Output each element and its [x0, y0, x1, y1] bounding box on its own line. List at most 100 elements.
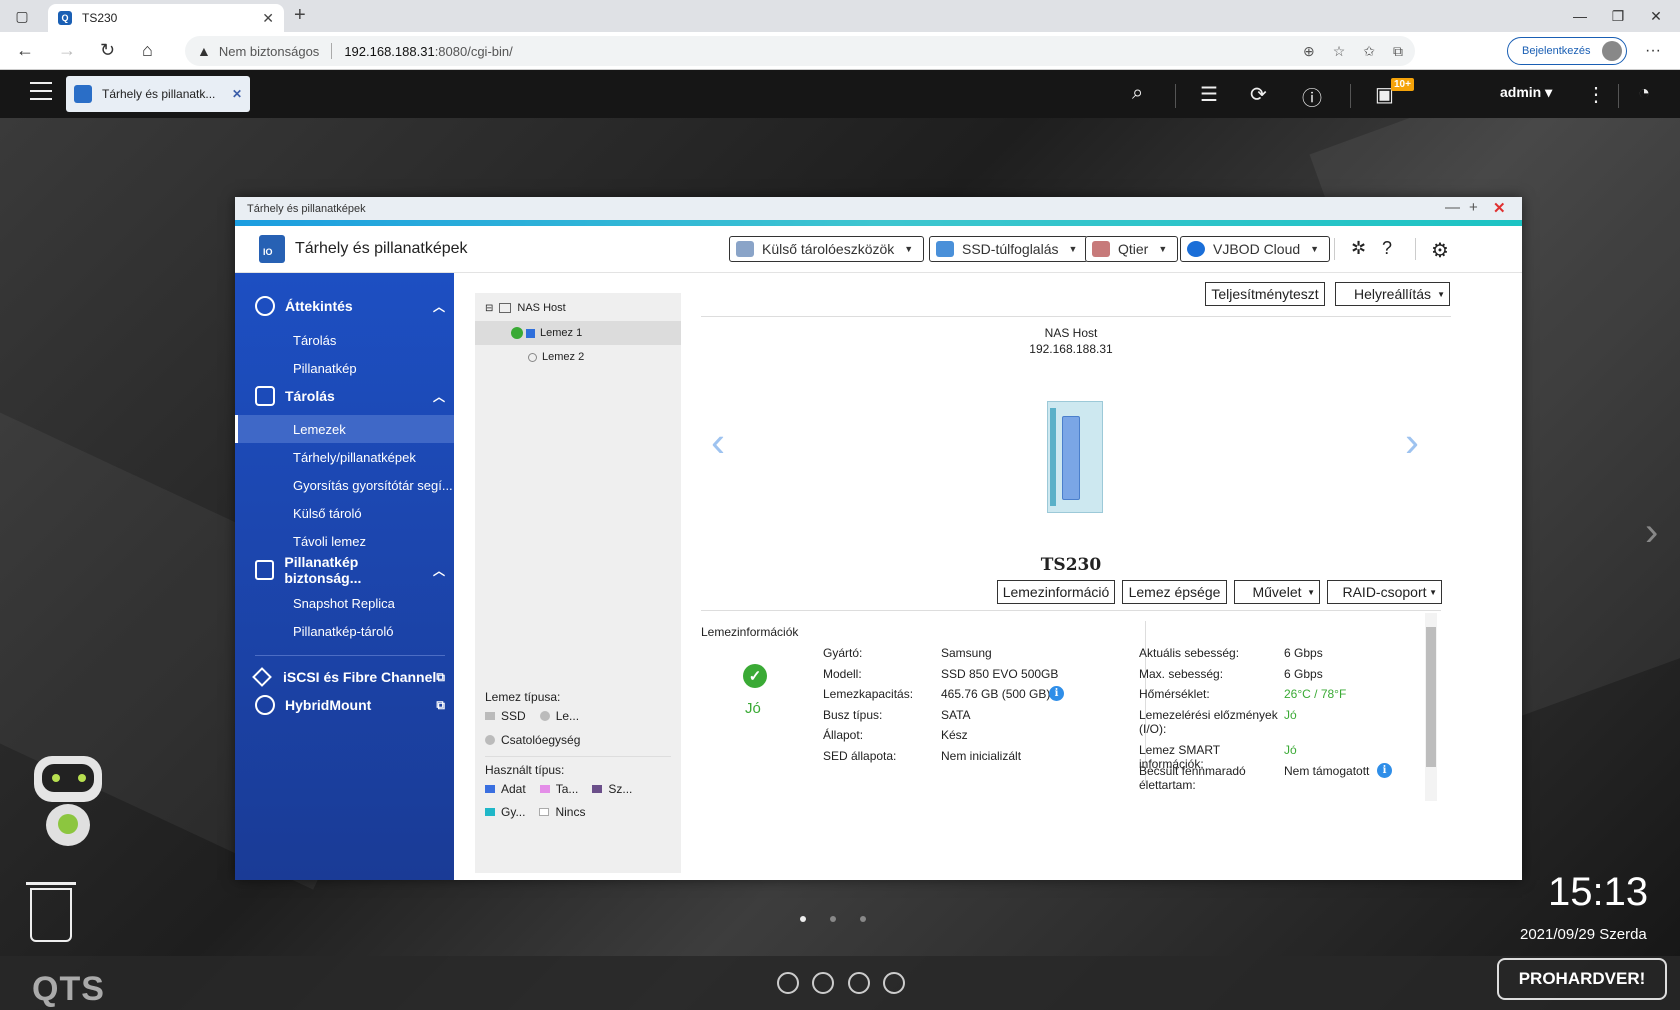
helpdesk-robot-icon[interactable]	[26, 756, 110, 856]
capacity-info-icon[interactable]: i	[1049, 686, 1064, 701]
device-host-name: NAS Host	[1044, 326, 1098, 340]
sidebar-section-label: Pillanatkép biztonság...	[284, 554, 362, 586]
info-key: Aktuális sebesség:	[1139, 646, 1240, 660]
sidebar-section-overview[interactable]: Áttekintés ︿	[255, 294, 445, 318]
background-tasks-icon[interactable]: ☰	[1200, 82, 1218, 107]
tree-node-disk-2[interactable]: Lemez 2	[475, 345, 681, 369]
sidebar-item-snapshot-replica[interactable]: Snapshot Replica	[235, 589, 454, 617]
user-menu[interactable]: admin ▾	[1500, 84, 1552, 101]
sidebar-link-hybridmount[interactable]: HybridMount ⧉	[255, 693, 445, 717]
sign-in-button[interactable]: Bejelentkezés	[1507, 37, 1627, 65]
sidebar-section-storage[interactable]: Tárolás ︿	[255, 384, 445, 408]
minimize-window-icon[interactable]: —	[1570, 6, 1590, 26]
add-favorite-icon[interactable]: ☆	[1333, 43, 1346, 60]
diagnostics-icon[interactable]: ✲	[1351, 238, 1366, 259]
settings-gear-icon[interactable]: ⚙	[1431, 238, 1449, 263]
next-desktop-icon[interactable]: ›	[1645, 510, 1658, 555]
sidebar-item-snapshot-vault[interactable]: Pillanatkép-tároló	[235, 617, 454, 645]
dock-app-icon[interactable]	[812, 972, 834, 994]
restore-button[interactable]: Helyreállítás ▼	[1335, 282, 1450, 306]
disk-slot-1[interactable]	[1062, 416, 1080, 500]
raid-group-button[interactable]: RAID-csoport ▼	[1327, 580, 1442, 604]
info-value: SSD 850 EVO 500GB	[941, 667, 1059, 681]
vjbod-cloud-button[interactable]: VJBOD Cloud ▼	[1180, 236, 1331, 262]
previous-device-icon[interactable]: ‹	[711, 418, 725, 466]
disk-info-button[interactable]: Lemezinformáció	[997, 580, 1115, 604]
sidebar-item-volumes[interactable]: Tárhely/pillanatképek	[235, 443, 454, 471]
dock-app-icon[interactable]	[883, 972, 905, 994]
info-scrollbar[interactable]	[1425, 613, 1437, 801]
dock-app-icon[interactable]	[848, 972, 870, 994]
ok-status-icon	[511, 327, 523, 339]
favorites-icon[interactable]: ✩	[1363, 43, 1375, 60]
disk-main-panel: Teljesítményteszt Helyreállítás ▼ NAS Hos…	[701, 273, 1522, 880]
collapse-icon[interactable]: ⊟	[485, 303, 493, 314]
notifications-icon[interactable]: ⓘ	[1302, 82, 1322, 111]
new-tab-icon[interactable]: +	[294, 4, 306, 27]
collections-icon[interactable]: ⧉	[1393, 43, 1403, 60]
search-icon[interactable]: ⌕	[1132, 82, 1143, 105]
info-key: Modell:	[823, 667, 862, 681]
qtier-button[interactable]: Qtier ▼	[1085, 236, 1179, 262]
help-icon[interactable]: ?	[1382, 238, 1392, 259]
window-minimize-icon[interactable]: —	[1445, 199, 1460, 216]
sidebar-item-disks[interactable]: Lemezek	[235, 415, 454, 443]
disk-info-title: Lemezinformációk	[701, 625, 799, 639]
legend-used-type-title: Használt típus:	[485, 763, 565, 777]
info-key: Lemezkapacitás:	[823, 687, 914, 701]
reload-icon[interactable]: ↻	[100, 40, 115, 61]
window-close-icon[interactable]: ✕	[1493, 199, 1506, 217]
sidebar-link-iscsi[interactable]: iSCSI és Fibre Channel ⧉	[252, 665, 445, 689]
window-titlebar[interactable]: Tárhely és pillanatképek — + ✕	[235, 197, 1522, 220]
sidebar-item-remote-disk[interactable]: Távoli lemez	[235, 527, 454, 555]
close-app-tab-icon[interactable]: ✕	[232, 87, 242, 101]
none-swatch-icon	[539, 808, 550, 816]
sidebar-section-snapshot[interactable]: Pillanatkép biztonság... ︿	[255, 554, 445, 586]
status-text: Jó	[745, 700, 761, 717]
nas-device-image	[1047, 401, 1103, 513]
ssd-overprovisioning-button[interactable]: SSD-túlfoglalás ▼	[929, 236, 1089, 262]
warning-icon: ▲	[197, 43, 211, 59]
address-bar-row: ← → ↻ ⌂ ▲ Nem biztonságos 192.168.188.31…	[0, 32, 1680, 70]
vjbod-icon	[1187, 241, 1205, 257]
sign-in-label: Bejelentkezés	[1522, 45, 1591, 57]
sidebar-item-storage-overview[interactable]: Tárolás	[235, 326, 454, 354]
disk-health-button[interactable]: Lemez épsége	[1122, 580, 1227, 604]
tree-node-nas-host[interactable]: ⊟ NAS Host	[475, 296, 681, 320]
toolbar-separator	[1334, 238, 1335, 260]
back-icon[interactable]: ←	[16, 40, 34, 61]
sidebar-section-label: Tárolás	[285, 388, 335, 404]
sidebar-item-cache[interactable]: Gyorsítás gyorsítótár segí...	[235, 471, 454, 499]
header-divider	[701, 316, 1451, 317]
external-devices-button[interactable]: Külső tárolóeszközök ▼	[729, 236, 925, 262]
sidebar-item-external[interactable]: Külső tároló	[235, 499, 454, 527]
trash-icon[interactable]	[26, 882, 76, 942]
empty-slot-icon	[528, 352, 537, 362]
more-vertical-icon[interactable]: ⋮	[1586, 82, 1606, 107]
chevron-up-icon: ︿	[432, 389, 445, 404]
sync-icon[interactable]: ⟳	[1250, 82, 1267, 107]
sidebar-item-snapshot-overview[interactable]: Pillanatkép	[235, 354, 454, 382]
lifespan-info-icon[interactable]: i	[1377, 763, 1392, 778]
more-options-icon[interactable]: ···	[1645, 42, 1661, 60]
home-icon[interactable]: ⌂	[142, 40, 153, 61]
url-bar[interactable]: ▲ Nem biztonságos 192.168.188.31 :8080/c…	[185, 36, 1415, 66]
browser-tab[interactable]: Q TS230 ✕	[48, 4, 284, 32]
close-window-icon[interactable]: ✕	[1646, 6, 1666, 26]
window-maximize-icon[interactable]: +	[1469, 199, 1478, 216]
tab-actions-icon[interactable]: ▢	[12, 6, 32, 26]
next-device-icon[interactable]: ›	[1405, 418, 1419, 466]
dashboard-gauge-icon[interactable]: ◔	[1638, 82, 1650, 105]
desktop-page-dots[interactable]	[800, 916, 866, 922]
close-tab-icon[interactable]: ✕	[262, 10, 274, 27]
maximize-window-icon[interactable]: ❐	[1608, 6, 1628, 26]
tree-node-disk-1[interactable]: Lemez 1	[475, 321, 681, 345]
action-button[interactable]: Művelet ▼	[1234, 580, 1320, 604]
qts-app-tab[interactable]: Tárhely és pillanatk... ✕	[66, 76, 250, 112]
scrollbar-thumb[interactable]	[1426, 627, 1436, 767]
zoom-icon[interactable]: ⊕	[1303, 43, 1315, 60]
dock-app-icon[interactable]	[777, 972, 799, 994]
main-menu-icon[interactable]	[30, 82, 52, 100]
forward-icon[interactable]: →	[58, 40, 76, 61]
performance-test-button[interactable]: Teljesítményteszt	[1205, 282, 1325, 306]
